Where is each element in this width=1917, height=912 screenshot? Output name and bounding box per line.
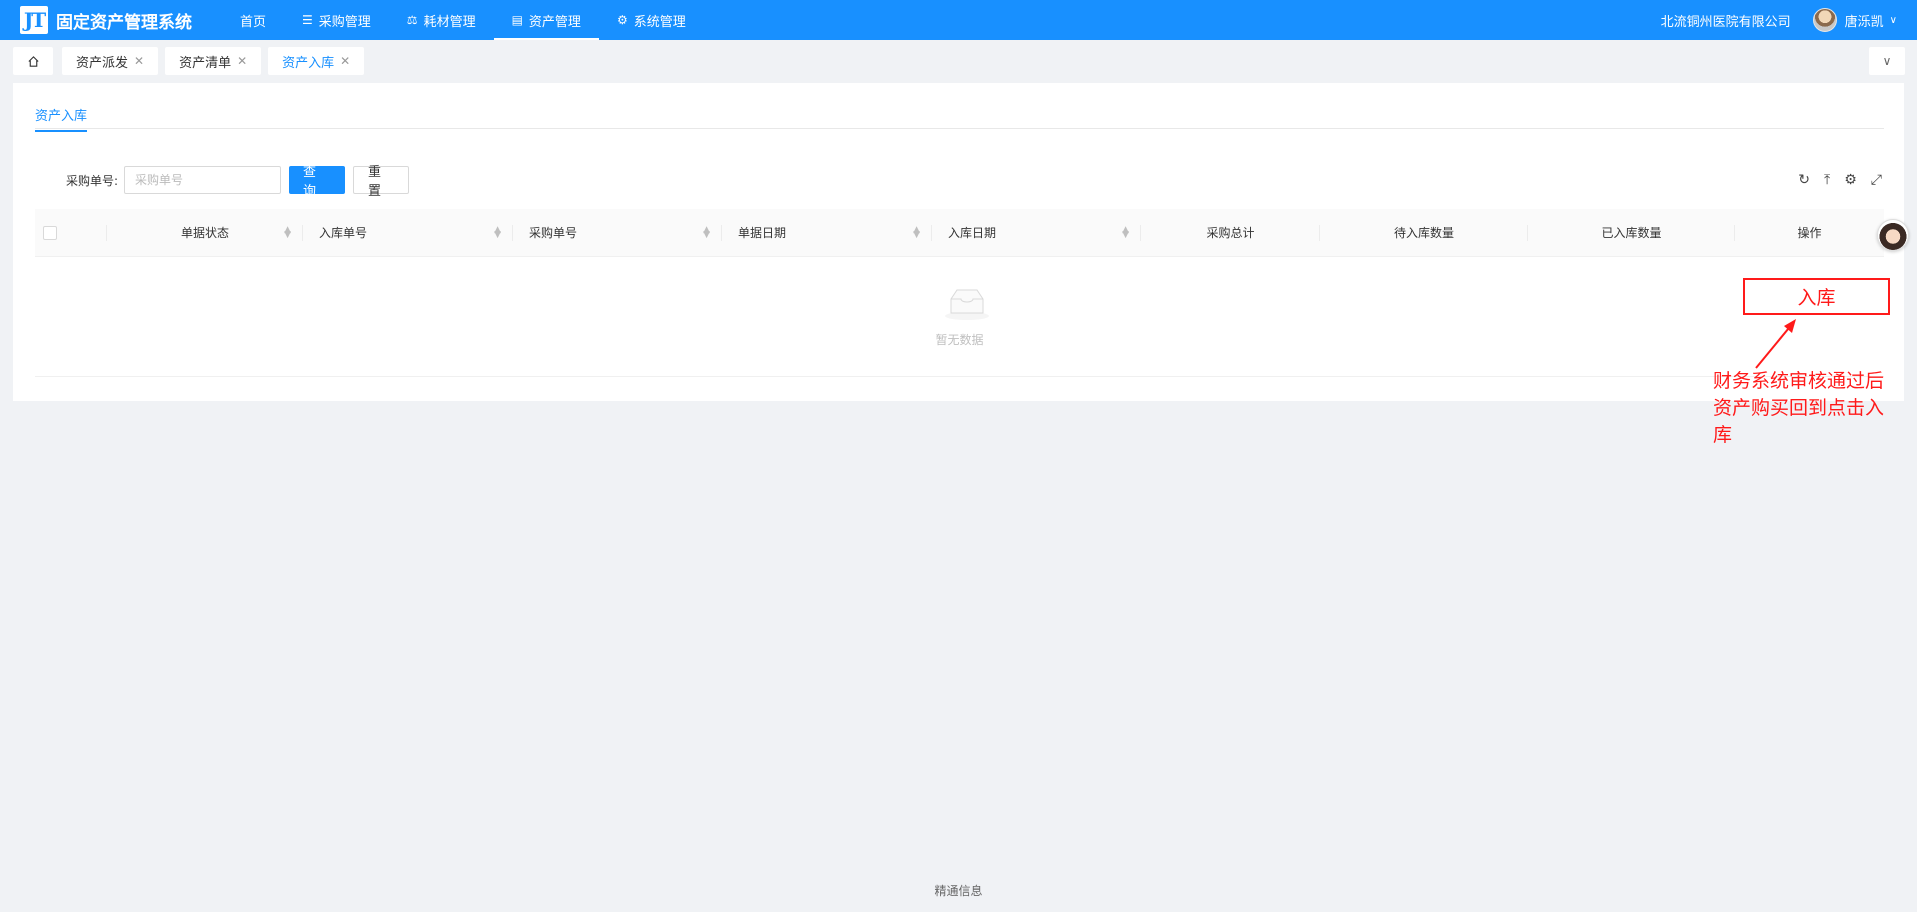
query-button[interactable]: 查 询	[289, 165, 346, 199]
avatar[interactable]	[1812, 8, 1837, 32]
fullscreen-icon[interactable]: ⤢	[1871, 172, 1882, 188]
user-area: 北流铜州医院有限公司 唐泺凯 ∨	[1661, 8, 1917, 32]
tab-asset-list[interactable]: 资产清单 ✕	[165, 47, 262, 75]
density-icon[interactable]: ⤒	[1824, 172, 1830, 188]
nav-item-label: 系统管理	[633, 14, 686, 30]
box-icon: ⚖	[406, 13, 418, 27]
tabs-more-button[interactable]: ∨	[1869, 47, 1905, 75]
reset-button[interactable]: 重 置	[353, 165, 410, 199]
column-header[interactable]: 单据日期 ▲ ▼	[722, 209, 932, 257]
tab-asset-dispatch[interactable]: 资产派发 ✕	[62, 47, 159, 75]
nav-item-label: 首页	[240, 14, 267, 30]
chevron-down-icon[interactable]: ∨	[1890, 15, 1897, 26]
cart-icon: ☰	[302, 13, 313, 27]
close-icon[interactable]: ✕	[237, 54, 247, 68]
column-header[interactable]: 入库日期 ▲ ▼	[932, 209, 1141, 257]
home-icon	[27, 55, 39, 67]
sort-icon[interactable]: ▲ ▼	[284, 225, 291, 239]
column-header-label: 入库日期	[948, 226, 997, 240]
annotation-box-label: 入库	[1797, 287, 1836, 309]
close-icon[interactable]: ✕	[340, 54, 350, 68]
logo[interactable]: JT 固定资产管理系统	[0, 6, 214, 34]
column-header-label: 待入库数量	[1393, 226, 1454, 240]
column-header: 操作	[1735, 209, 1884, 257]
settings-icon[interactable]: ⚙	[1844, 172, 1857, 188]
gear-icon: ⚙	[616, 13, 628, 27]
empty-inbox-icon	[945, 289, 989, 320]
nav-item-assets[interactable]: ▤ 资产管理	[493, 0, 600, 40]
refresh-icon[interactable]: ↻	[1798, 172, 1810, 188]
close-icon[interactable]: ✕	[134, 54, 144, 68]
column-header-label: 单据日期	[738, 226, 787, 240]
assistant-avatar[interactable]	[1877, 219, 1909, 251]
column-header: 待入库数量	[1320, 209, 1528, 257]
tab-label: 资产入库	[282, 55, 335, 71]
empty-state: 暂无数据	[35, 257, 1884, 377]
tab-label: 资产派发	[76, 55, 129, 71]
column-header-label: 已入库数量	[1601, 226, 1662, 240]
annotation-note-line: 资产购买回到点击入	[1713, 397, 1885, 419]
annotation-arrow	[1755, 319, 1796, 369]
column-header[interactable]: 入库单号 ▲ ▼	[303, 209, 513, 257]
subtab-asset-inbound[interactable]: 资产入库	[35, 105, 88, 132]
home-tab[interactable]	[13, 47, 53, 75]
nav-item-system[interactable]: ⚙ 系统管理	[599, 0, 704, 40]
nav-item-label: 资产管理	[528, 14, 581, 30]
nav-item-label: 采购管理	[318, 14, 371, 30]
nav-item-purchase[interactable]: ☰ 采购管理	[284, 0, 389, 40]
table-header: 单据状态 ▲▼ 入库单号 ▲▼ 采购单号 ▲▼ 单据日期 ▲▼ 入库日期	[35, 209, 1884, 257]
org-name: 北流铜州医院有限公司	[1660, 14, 1791, 30]
app-title: 固定资产管理系统	[56, 12, 192, 33]
logo-mark: JT	[20, 6, 48, 34]
calendar-icon: ▤	[511, 13, 523, 27]
nav-item-label: 耗材管理	[423, 14, 476, 30]
column-header-label: 入库单号	[319, 226, 368, 240]
footer: 精通信息	[934, 884, 983, 898]
column-header[interactable]: 单据状态 ▲ ▼	[107, 209, 303, 257]
sort-icon[interactable]: ▲ ▼	[913, 225, 920, 239]
sort-icon[interactable]: ▲ ▼	[1122, 225, 1129, 239]
content-card: 资产入库 采购单号: 查 询 重 置 ↻ ⤒ ⚙ ⤢ 单据状态 ▲▼ 入库单号 …	[13, 83, 1904, 401]
inbound-table: 单据状态 ▲▼ 入库单号 ▲▼ 采购单号 ▲▼ 单据日期 ▲▼ 入库日期	[35, 209, 1884, 377]
nav-item-consumables[interactable]: ⚖ 耗材管理	[389, 0, 494, 40]
column-header-label: 采购单号	[529, 226, 578, 240]
page-tabs-bar: 资产派发 ✕ 资产清单 ✕ 资产入库 ✕ ∨	[0, 40, 1917, 82]
chevron-down-icon: ∨	[1882, 54, 1892, 68]
annotation-note: 财务系统审核通过后 资产购买回到点击入 库	[1713, 368, 1913, 449]
column-header: 已入库数量	[1528, 209, 1735, 257]
main-nav: 首页 ☰ 采购管理 ⚖ 耗材管理 ▤ 资产管理 ⚙ 系统管理	[222, 0, 704, 40]
empty-text: 暂无数据	[935, 333, 984, 347]
select-all-cell	[35, 209, 107, 257]
column-header-label: 操作	[1797, 226, 1822, 240]
annotation-box: 入库	[1743, 278, 1890, 315]
sort-icon[interactable]: ▲ ▼	[494, 225, 501, 239]
sub-tabs: 资产入库	[35, 105, 1884, 132]
search-form: 采购单号: 查 询 重 置	[66, 165, 410, 199]
annotation-note-line: 库	[1713, 424, 1733, 446]
select-all-checkbox[interactable]	[43, 225, 57, 240]
tab-asset-inbound[interactable]: 资产入库 ✕	[268, 47, 365, 75]
column-header-label: 采购总计	[1206, 226, 1255, 240]
annotation-note-line: 财务系统审核通过后	[1713, 370, 1885, 392]
column-header: 采购总计	[1141, 209, 1320, 257]
tab-label: 资产清单	[179, 55, 232, 71]
table-toolbar: ↻ ⤒ ⚙ ⤢	[1798, 172, 1882, 188]
top-nav-bar: JT 固定资产管理系统 首页 ☰ 采购管理 ⚖ 耗材管理 ▤ 资产管理 ⚙ 系统…	[0, 0, 1917, 40]
sort-icon[interactable]: ▲ ▼	[703, 225, 710, 239]
column-header[interactable]: 采购单号 ▲ ▼	[513, 209, 722, 257]
nav-item-home[interactable]: 首页	[222, 0, 284, 40]
purchase-no-input[interactable]	[124, 166, 282, 194]
column-header-label: 单据状态	[180, 226, 229, 240]
user-name[interactable]: 唐泺凯	[1845, 11, 1884, 30]
purchase-no-label: 采购单号:	[66, 173, 119, 188]
